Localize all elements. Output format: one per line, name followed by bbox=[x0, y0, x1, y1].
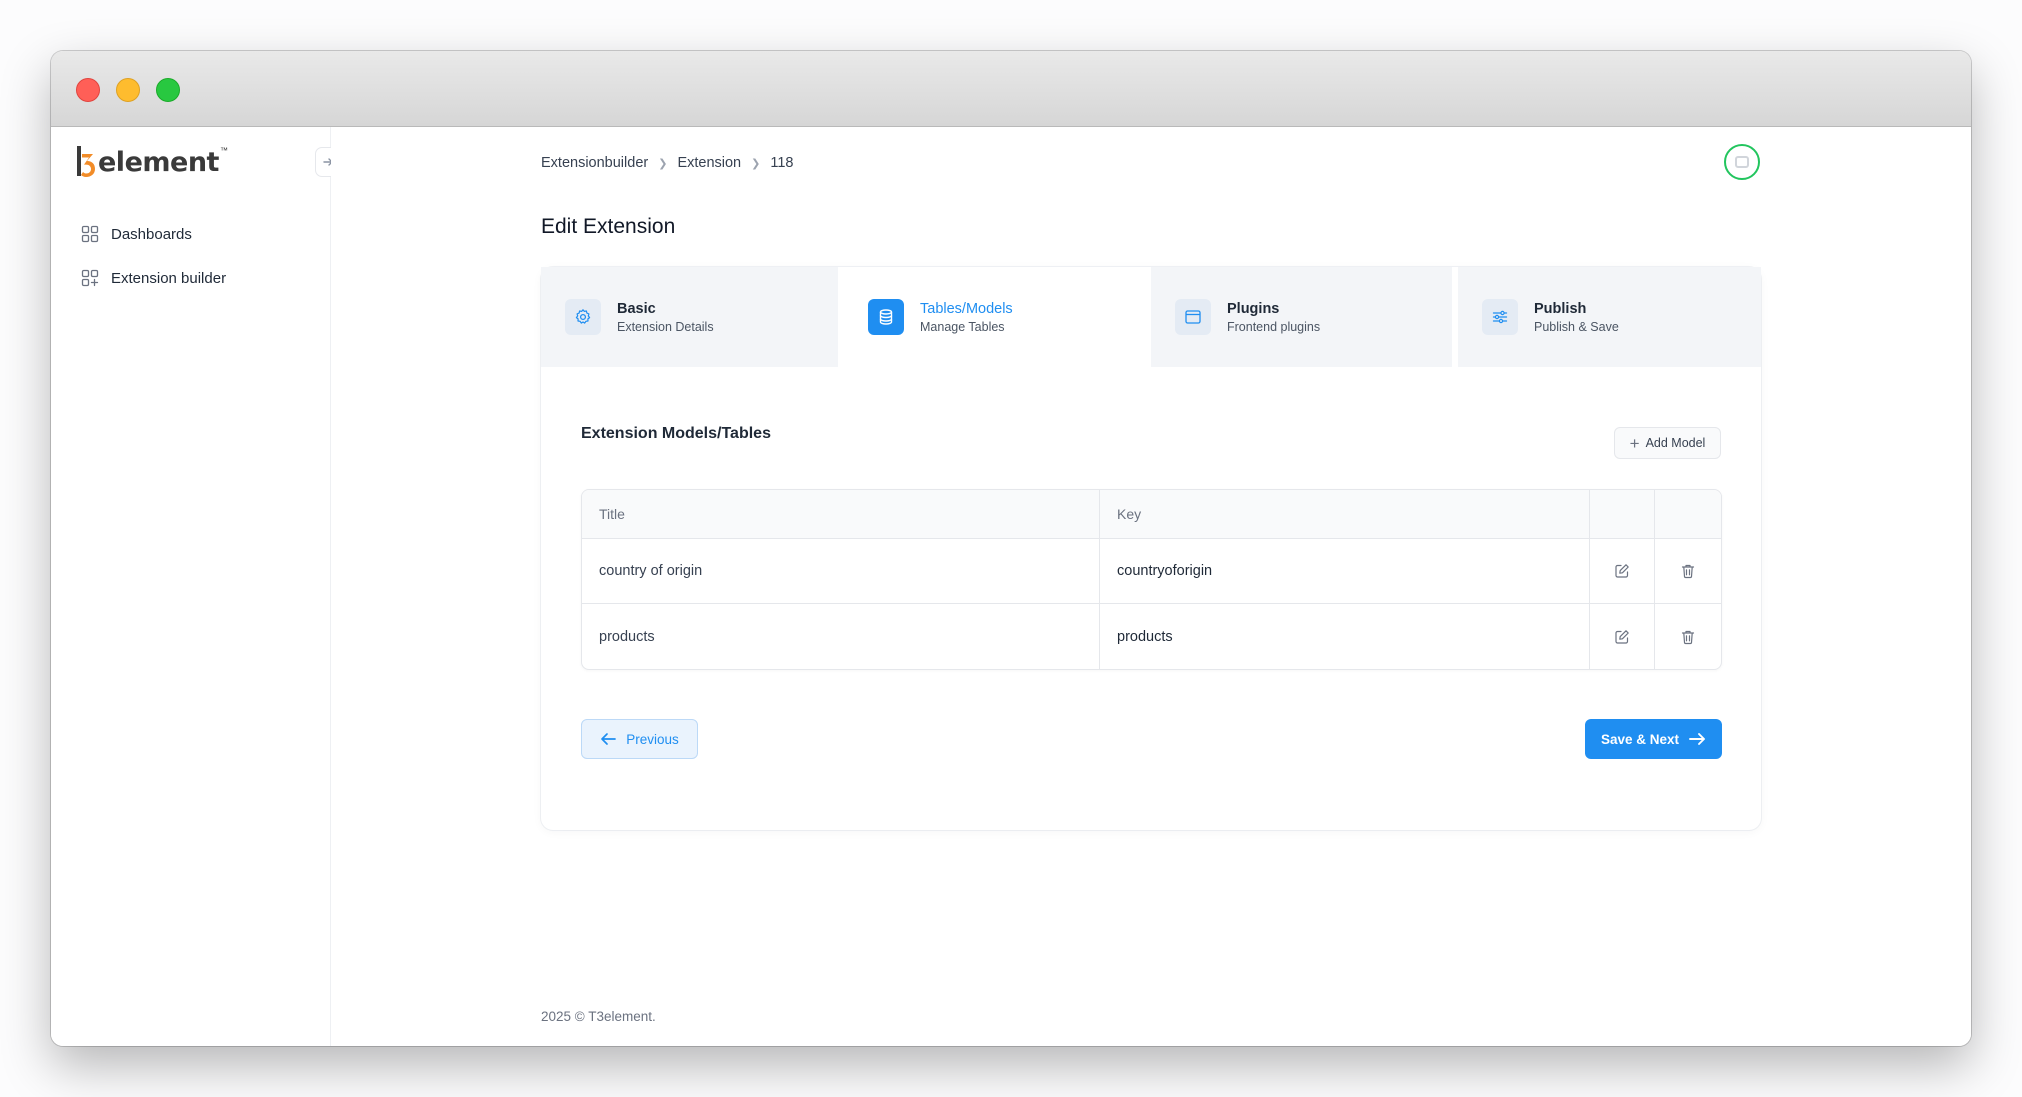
model-key-cell: countryoforigin bbox=[1100, 539, 1590, 603]
model-key-cell: products bbox=[1100, 604, 1590, 669]
breadcrumb-item-extensionbuilder[interactable]: Extensionbuilder bbox=[541, 155, 648, 171]
browser-window: element ™ Dashboards Extension builder E… bbox=[51, 51, 1971, 1046]
chevron-right-icon: ❯ bbox=[658, 157, 668, 170]
footer-copyright: 2025 © T3element. bbox=[541, 1009, 656, 1024]
step-subtitle: Frontend plugins bbox=[1227, 319, 1321, 334]
close-window-button[interactable] bbox=[76, 78, 100, 102]
window-icon bbox=[1175, 299, 1211, 335]
step-title: Basic bbox=[617, 300, 656, 317]
plus-icon: + bbox=[1629, 433, 1640, 453]
step-tables-models[interactable]: Tables/Models Manage Tables bbox=[844, 267, 1151, 367]
step-title: Tables/Models bbox=[920, 300, 1013, 317]
chevron-right-icon: ❯ bbox=[751, 157, 761, 170]
screen: element ™ Dashboards Extension builder E… bbox=[0, 0, 2022, 1097]
step-basic[interactable]: Basic Extension Details bbox=[541, 267, 844, 367]
step-text: Publish Publish & Save bbox=[1534, 301, 1619, 334]
step-subtitle: Extension Details bbox=[617, 319, 714, 334]
sidebar-item-label: Extension builder bbox=[111, 269, 227, 287]
step-plugins[interactable]: Plugins Frontend plugins bbox=[1151, 267, 1458, 367]
breadcrumb-item-extension[interactable]: Extension bbox=[677, 155, 741, 171]
logo-text: element bbox=[98, 146, 219, 178]
page-title: Edit Extension bbox=[541, 215, 676, 238]
database-icon bbox=[868, 299, 904, 335]
sidebar: element ™ Dashboards Extension builder bbox=[51, 127, 345, 1046]
table-row: products products bbox=[582, 604, 1721, 669]
window-titlebar bbox=[51, 51, 1971, 127]
sidebar-item-label: Dashboards bbox=[111, 225, 192, 243]
save-next-label: Save & Next bbox=[1600, 731, 1680, 747]
edit-model-button[interactable] bbox=[1590, 539, 1655, 603]
sidebar-item-dashboards[interactable]: Dashboards bbox=[81, 219, 192, 249]
trash-icon bbox=[1681, 564, 1695, 579]
column-header-delete bbox=[1655, 490, 1721, 538]
step-title: Publish bbox=[1534, 300, 1587, 317]
model-title-cell: country of origin bbox=[582, 539, 1100, 603]
add-model-label: Add Model bbox=[1645, 436, 1706, 450]
trash-icon bbox=[1681, 630, 1695, 644]
column-header-title: Title bbox=[582, 490, 1100, 538]
grid-icon bbox=[81, 225, 99, 243]
sidebar-item-extension-builder[interactable]: Extension builder bbox=[81, 263, 226, 293]
models-table: Title Key country of origin countryofori… bbox=[581, 489, 1722, 670]
grid-plus-icon bbox=[81, 269, 99, 287]
step-title: Plugins bbox=[1227, 300, 1280, 317]
column-header-key: Key bbox=[1100, 490, 1590, 538]
user-avatar[interactable] bbox=[1724, 144, 1760, 180]
breadcrumb: Extensionbuilder ❯ Extension ❯ 118 bbox=[541, 155, 793, 171]
breadcrumb-item-id: 118 bbox=[770, 155, 794, 171]
arrow-left-icon bbox=[601, 733, 617, 745]
step-text: Tables/Models Manage Tables bbox=[920, 301, 1013, 334]
wizard-steps: Basic Extension Details Tables/Models Ma… bbox=[541, 267, 1761, 367]
column-header-edit bbox=[1590, 490, 1655, 538]
arrow-right-icon bbox=[1689, 733, 1705, 745]
minimize-window-button[interactable] bbox=[116, 78, 140, 102]
save-and-next-button[interactable]: Save & Next bbox=[1585, 719, 1722, 759]
main-content: Extensionbuilder ❯ Extension ❯ 118 Edit … bbox=[331, 127, 1971, 1046]
previous-button[interactable]: Previous bbox=[581, 719, 698, 759]
gear-icon bbox=[565, 299, 601, 335]
step-subtitle: Manage Tables bbox=[920, 319, 1005, 334]
section-title: Extension Models/Tables bbox=[581, 425, 771, 442]
sliders-icon bbox=[1482, 299, 1518, 335]
edit-icon bbox=[1615, 564, 1629, 578]
edit-model-button[interactable] bbox=[1590, 604, 1655, 669]
step-subtitle: Publish & Save bbox=[1534, 319, 1619, 334]
delete-model-button[interactable] bbox=[1655, 604, 1721, 669]
t3-logo-mark-icon bbox=[77, 146, 95, 177]
maximize-window-button[interactable] bbox=[156, 78, 180, 102]
edit-icon bbox=[1615, 629, 1629, 644]
step-publish[interactable]: Publish Publish & Save bbox=[1458, 267, 1761, 367]
table-header-row: Title Key bbox=[582, 490, 1721, 539]
step-text: Basic Extension Details bbox=[617, 301, 714, 334]
logo-trademark: ™ bbox=[219, 145, 228, 155]
t3element-logo[interactable]: element ™ bbox=[75, 142, 228, 182]
delete-model-button[interactable] bbox=[1655, 539, 1721, 603]
model-title-cell: products bbox=[582, 604, 1100, 669]
table-row: country of origin countryoforigin bbox=[582, 539, 1721, 604]
step-text: Plugins Frontend plugins bbox=[1227, 301, 1320, 334]
wizard-card: Basic Extension Details Tables/Models Ma… bbox=[541, 267, 1761, 830]
add-model-button[interactable]: + Add Model bbox=[1614, 427, 1721, 459]
previous-label: Previous bbox=[626, 731, 679, 747]
avatar-placeholder-icon bbox=[1735, 156, 1749, 168]
